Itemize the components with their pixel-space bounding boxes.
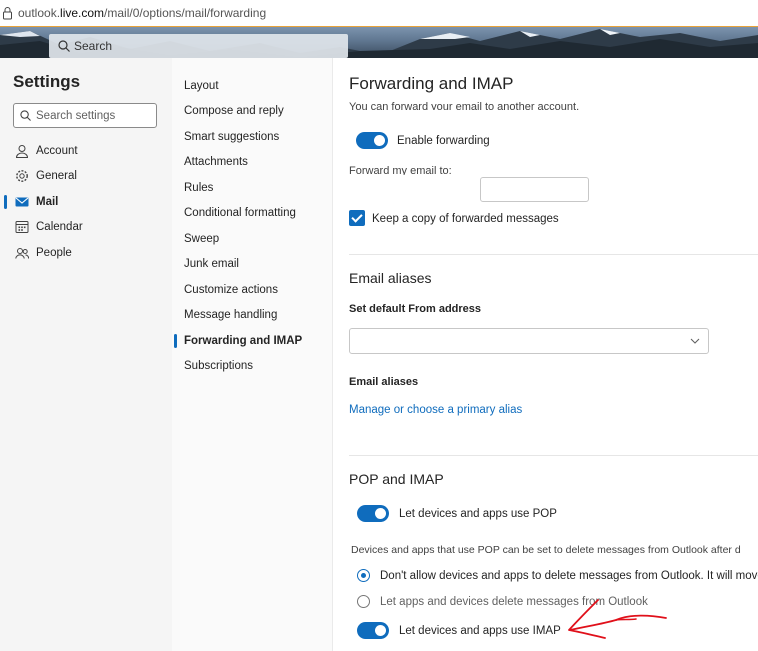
imap-toggle-label: Let devices and apps use IMAP bbox=[399, 625, 561, 637]
settings-search-input[interactable]: Search settings bbox=[13, 103, 157, 128]
nav-junk-email[interactable]: Junk email bbox=[184, 258, 239, 270]
nav-conditional-formatting[interactable]: Conditional formatting bbox=[184, 207, 296, 219]
search-icon bbox=[58, 40, 70, 52]
header-banner: Search bbox=[0, 27, 758, 58]
imap-toggle[interactable] bbox=[357, 622, 389, 639]
keep-copy-label: Keep a copy of forwarded messages bbox=[372, 213, 559, 225]
settings-category-general[interactable]: General bbox=[0, 165, 172, 187]
forward-to-input[interactable] bbox=[480, 177, 589, 202]
mail-settings-nav: Layout Compose and reply Smart suggestio… bbox=[172, 58, 333, 651]
email-aliases-heading: Email aliases bbox=[349, 270, 432, 286]
radio-dont-allow-delete[interactable] bbox=[357, 569, 370, 582]
settings-category-calendar[interactable]: Calendar bbox=[0, 216, 172, 238]
forward-to-label: Forward my email to: bbox=[349, 166, 452, 175]
chevron-down-icon bbox=[690, 338, 700, 344]
settings-category-label: Calendar bbox=[36, 221, 83, 233]
keep-copy-checkbox[interactable] bbox=[349, 210, 365, 226]
default-from-label: Set default From address bbox=[349, 303, 482, 315]
settings-category-people[interactable]: People bbox=[0, 242, 172, 264]
settings-category-mail[interactable]: Mail bbox=[0, 191, 172, 213]
nav-rules[interactable]: Rules bbox=[184, 182, 213, 194]
settings-title: Settings bbox=[13, 72, 81, 91]
enable-forwarding-toggle[interactable] bbox=[356, 132, 388, 149]
manage-alias-link[interactable]: Manage or choose a primary alias bbox=[349, 404, 522, 416]
settings-category-account[interactable]: Account bbox=[0, 140, 172, 162]
annotation-arrow bbox=[568, 599, 667, 639]
person-icon bbox=[15, 145, 29, 158]
mail-search-box[interactable]: Search bbox=[49, 34, 348, 58]
settings-content-pane: Forwarding and IMAP You can forward your… bbox=[334, 58, 758, 651]
pop-toggle[interactable] bbox=[357, 505, 389, 522]
settings-search-placeholder: Search settings bbox=[36, 109, 116, 122]
search-icon bbox=[20, 110, 31, 121]
nav-sweep[interactable]: Sweep bbox=[184, 233, 219, 245]
nav-subscriptions[interactable]: Subscriptions bbox=[184, 360, 253, 372]
settings-category-label: Mail bbox=[36, 196, 59, 208]
nav-smart-suggestions[interactable]: Smart suggestions bbox=[184, 131, 279, 143]
nav-attachments[interactable]: Attachments bbox=[184, 156, 248, 168]
section-divider bbox=[349, 455, 758, 456]
section-divider bbox=[349, 254, 758, 255]
settings-category-label: General bbox=[36, 170, 77, 182]
forwarding-intro-text: You can forward your email to another ac… bbox=[349, 102, 580, 110]
nav-forwarding-and-imap[interactable]: Forwarding and IMAP bbox=[173, 334, 302, 348]
mail-icon bbox=[15, 197, 29, 207]
email-aliases-label: Email aliases bbox=[349, 376, 419, 388]
search-label: Search bbox=[74, 39, 113, 53]
default-from-dropdown[interactable] bbox=[349, 328, 709, 354]
nav-message-handling[interactable]: Message handling bbox=[184, 309, 277, 321]
settings-sidebar: Settings Search settings Account General… bbox=[0, 58, 172, 651]
enable-forwarding-label: Enable forwarding bbox=[397, 135, 490, 147]
url-text[interactable]: outlook.live.com/mail/0/options/mail/for… bbox=[18, 6, 266, 20]
radio-allow-delete[interactable] bbox=[357, 595, 370, 608]
settings-category-label: Account bbox=[36, 145, 78, 157]
people-icon bbox=[15, 248, 29, 259]
browser-address-bar[interactable]: outlook.live.com/mail/0/options/mail/for… bbox=[0, 0, 758, 27]
pop-toggle-label: Let devices and apps use POP bbox=[399, 508, 557, 520]
lock-icon bbox=[3, 7, 12, 20]
nav-customize-actions[interactable]: Customize actions bbox=[184, 284, 278, 296]
pop-description: Devices and apps that use POP can be set… bbox=[351, 544, 741, 556]
page-title: Forwarding and IMAP bbox=[349, 74, 514, 93]
calendar-icon bbox=[15, 221, 29, 233]
settings-category-label: People bbox=[36, 247, 72, 259]
nav-layout[interactable]: Layout bbox=[184, 80, 219, 92]
nav-compose-and-reply[interactable]: Compose and reply bbox=[184, 105, 284, 117]
radio-dont-allow-delete-label: Don't allow devices and apps to delete m… bbox=[380, 570, 758, 582]
pop-imap-heading: POP and IMAP bbox=[349, 471, 444, 487]
gear-icon bbox=[16, 170, 28, 182]
